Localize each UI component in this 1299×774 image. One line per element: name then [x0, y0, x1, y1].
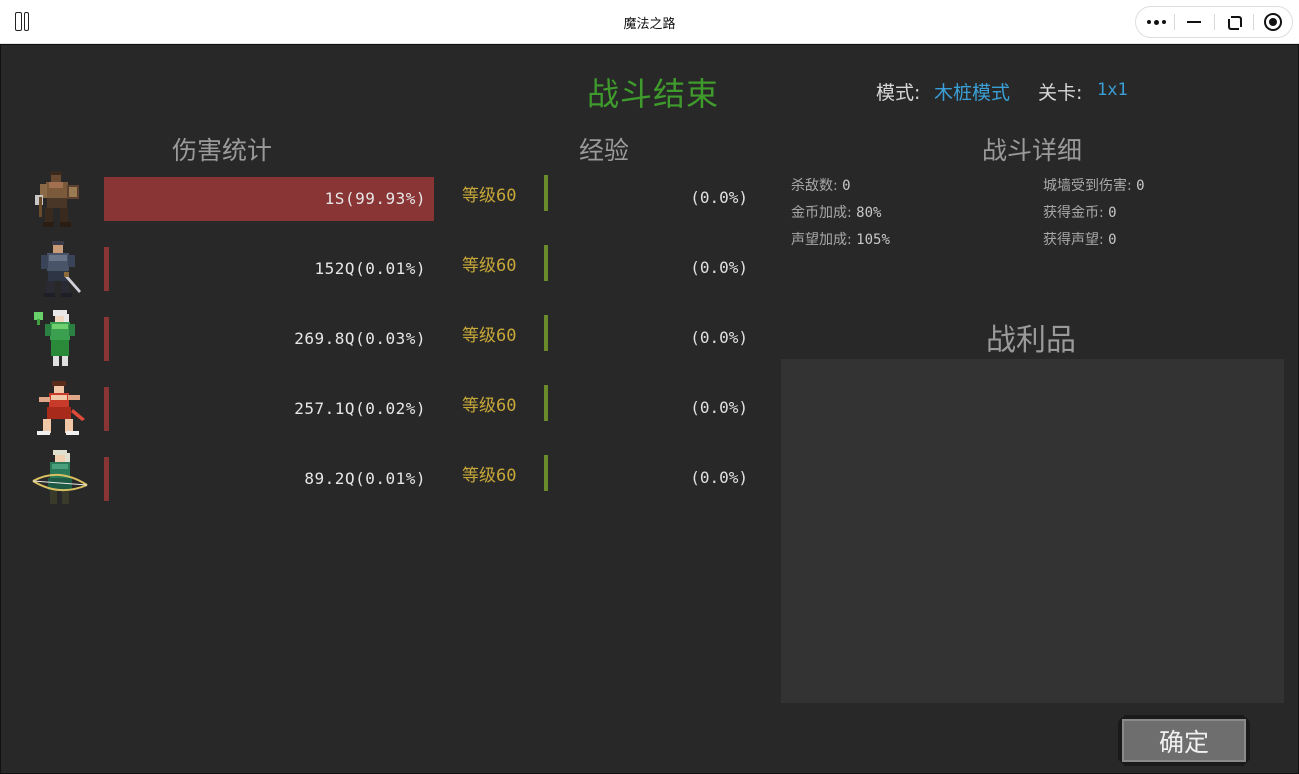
exp-bar-fill: [544, 315, 548, 351]
exp-bar: (0.0%): [544, 175, 754, 211]
hero-row: 89.2Q(0.01%) 等级60 (0.0%): [1, 449, 761, 509]
damage-value: 257.1Q(0.02%): [294, 399, 426, 418]
battle-details-heading: 战斗详细: [982, 136, 1083, 165]
exp-bar-fill: [544, 385, 548, 421]
exp-value: (0.0%): [690, 328, 748, 347]
mode-label: 模式:: [876, 82, 921, 104]
more-button[interactable]: [1136, 7, 1174, 37]
gold-gained-label: 获得金币:: [1043, 205, 1104, 221]
close-button[interactable]: [1254, 7, 1292, 37]
gold-bonus-stat: 金币加成: 80%: [791, 202, 881, 222]
loot-panel: [781, 359, 1284, 703]
mage-portrait-icon: [34, 310, 75, 366]
fame-bonus-value: 105%: [856, 232, 890, 248]
warrior-portrait-icon: [35, 171, 79, 227]
window-titlebar: 魔法之路: [0, 0, 1299, 44]
damage-value: 1S(99.93%): [324, 189, 426, 208]
damage-stats-heading: 伤害统计: [172, 136, 273, 165]
window-controls: [1135, 6, 1293, 38]
exp-value: (0.0%): [690, 398, 748, 417]
hero-level: 等级60: [462, 326, 517, 346]
dancer-portrait-icon: [37, 381, 85, 435]
stage-label: 关卡:: [1038, 82, 1083, 104]
exp-bar: (0.0%): [544, 455, 754, 491]
exp-value: (0.0%): [690, 468, 748, 487]
kills-label: 杀敌数:: [791, 178, 838, 194]
exp-bar-fill: [544, 455, 548, 491]
exp-bar-fill: [544, 245, 548, 281]
fame-gained-value: 0: [1108, 232, 1117, 248]
hero-level: 等级60: [462, 186, 517, 206]
hero-level: 等级60: [462, 396, 517, 416]
damage-bar: 1S(99.93%): [104, 177, 434, 221]
loot-heading: 战利品: [986, 323, 1076, 358]
exp-bar: (0.0%): [544, 245, 754, 281]
wall-damage-label: 城墙受到伤害:: [1043, 178, 1132, 194]
wall-damage-value: 0: [1136, 178, 1145, 194]
minimize-icon: [1187, 21, 1202, 24]
fame-bonus-label: 声望加成:: [791, 232, 852, 248]
archer-portrait-icon: [32, 450, 88, 504]
swordsman-portrait-icon: [41, 241, 81, 297]
page-title: 战斗结束: [587, 75, 720, 113]
damage-bar-fill: [104, 457, 109, 501]
exp-bar-fill: [544, 175, 548, 211]
fame-bonus-stat: 声望加成: 105%: [791, 229, 890, 249]
kills-value: 0: [842, 178, 851, 194]
damage-value: 269.8Q(0.03%): [294, 329, 426, 348]
damage-bar: 269.8Q(0.03%): [104, 317, 434, 361]
minimize-button[interactable]: [1175, 7, 1213, 37]
hero-level: 等级60: [462, 466, 517, 486]
battle-result-screen: 战斗结束 模式: 木桩模式 关卡: 1x1 伤害统计 经验 战斗详细 1S(99…: [0, 44, 1299, 774]
more-dots-icon: [1147, 19, 1166, 25]
gold-gained-stat: 获得金币: 0: [1043, 202, 1117, 222]
stage-value: 1x1: [1097, 80, 1128, 100]
damage-bar: 152Q(0.01%): [104, 247, 434, 291]
experience-heading: 经验: [579, 136, 630, 165]
damage-value: 152Q(0.01%): [314, 259, 426, 278]
restore-icon: [1227, 15, 1242, 30]
fame-gained-label: 获得声望:: [1043, 232, 1104, 248]
damage-value: 89.2Q(0.01%): [304, 469, 426, 488]
damage-bar: 89.2Q(0.01%): [104, 457, 434, 501]
damage-bar: 257.1Q(0.02%): [104, 387, 434, 431]
exp-value: (0.0%): [690, 258, 748, 277]
restore-button[interactable]: [1215, 7, 1253, 37]
kills-stat: 杀敌数: 0: [791, 175, 851, 195]
exp-value: (0.0%): [690, 188, 748, 207]
target-icon: [1263, 13, 1282, 31]
hero-level: 等级60: [462, 256, 517, 276]
wall-damage-stat: 城墙受到伤害: 0: [1043, 175, 1145, 195]
damage-bar-fill: [104, 317, 109, 361]
hero-row: 257.1Q(0.02%) 等级60 (0.0%): [1, 379, 761, 439]
damage-bar-fill: [104, 247, 109, 291]
hero-row: 269.8Q(0.03%) 等级60 (0.0%): [1, 309, 761, 369]
hero-row: 1S(99.93%) 等级60 (0.0%): [1, 169, 761, 229]
hero-row: 152Q(0.01%) 等级60 (0.0%): [1, 239, 761, 299]
damage-bar-fill: [104, 387, 109, 431]
window-title: 魔法之路: [623, 17, 676, 32]
mode-value: 木桩模式: [934, 82, 1011, 104]
fame-gained-stat: 获得声望: 0: [1043, 229, 1117, 249]
gold-bonus-value: 80%: [856, 205, 882, 221]
confirm-button[interactable]: 确定: [1118, 715, 1250, 766]
gold-gained-value: 0: [1108, 205, 1117, 221]
exp-bar: (0.0%): [544, 315, 754, 351]
gold-bonus-label: 金币加成:: [791, 205, 852, 221]
exp-bar: (0.0%): [544, 385, 754, 421]
